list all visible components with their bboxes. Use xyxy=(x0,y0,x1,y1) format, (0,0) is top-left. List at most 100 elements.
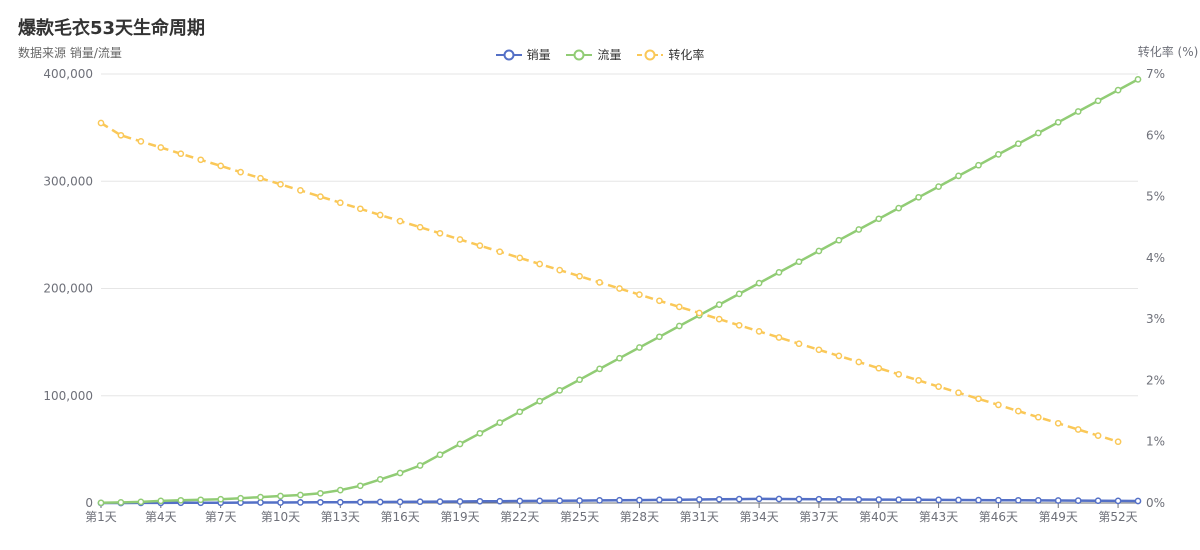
data-point-1 xyxy=(636,344,643,351)
data-point-1 xyxy=(217,495,225,503)
data-point-1 xyxy=(396,469,404,477)
data-point-2 xyxy=(755,328,763,335)
data-point-1 xyxy=(237,494,244,502)
data-point-0 xyxy=(277,499,284,506)
data-point-2 xyxy=(935,383,942,390)
data-point-1 xyxy=(436,451,444,459)
data-point-0 xyxy=(815,495,823,503)
data-point-0 xyxy=(1094,497,1102,505)
x-tick-label: 第1天 xyxy=(85,510,117,524)
x-tick-label: 第52天 xyxy=(1098,510,1137,524)
data-point-2 xyxy=(237,168,244,176)
y-left-tick-label: 400,000 xyxy=(43,67,93,81)
data-point-1 xyxy=(596,365,603,373)
data-point-2 xyxy=(915,377,922,384)
data-point-0 xyxy=(855,496,863,503)
data-point-2 xyxy=(1114,438,1122,446)
data-point-2 xyxy=(476,242,484,249)
data-point-0 xyxy=(456,498,464,505)
data-point-0 xyxy=(416,498,424,506)
data-point-1 xyxy=(675,322,683,330)
data-point-2 xyxy=(815,346,823,354)
data-point-1 xyxy=(137,498,145,506)
data-point-0 xyxy=(317,498,324,506)
data-point-1 xyxy=(336,486,344,494)
data-point-2 xyxy=(735,321,743,329)
data-point-1 xyxy=(1114,86,1122,94)
y-left-tick-label: 0 xyxy=(85,496,93,510)
x-tick-label: 第19天 xyxy=(440,510,479,524)
data-point-2 xyxy=(336,199,344,207)
data-point-0 xyxy=(875,496,883,503)
data-point-1 xyxy=(875,215,883,223)
data-point-1 xyxy=(356,482,364,490)
data-point-2 xyxy=(955,389,962,397)
data-point-1 xyxy=(735,290,743,298)
data-point-0 xyxy=(536,497,544,505)
data-point-1 xyxy=(197,496,205,504)
x-tick-label: 第31天 xyxy=(680,510,719,524)
data-point-0 xyxy=(715,495,723,503)
data-point-1 xyxy=(157,497,165,505)
data-point-1 xyxy=(1034,129,1042,137)
data-point-0 xyxy=(336,498,344,506)
data-point-2 xyxy=(675,303,683,311)
data-point-1 xyxy=(656,333,663,341)
data-point-1 xyxy=(955,172,962,180)
data-point-0 xyxy=(616,496,623,504)
data-point-2 xyxy=(277,180,284,188)
data-point-2 xyxy=(396,217,404,225)
data-point-1 xyxy=(835,236,843,244)
data-point-0 xyxy=(556,497,564,505)
data-point-1 xyxy=(616,354,623,362)
data-point-1 xyxy=(177,496,185,504)
data-point-0 xyxy=(795,495,803,503)
x-tick-label: 第37天 xyxy=(799,510,838,524)
x-tick-label: 第46天 xyxy=(979,510,1018,524)
data-point-2 xyxy=(835,352,843,360)
data-point-1 xyxy=(995,151,1002,158)
data-point-1 xyxy=(815,247,823,255)
data-point-1 xyxy=(855,226,863,233)
data-point-2 xyxy=(157,144,165,151)
x-tick-label: 第13天 xyxy=(321,510,360,524)
line-chart: 0 100,000 200,000 300,000 400,000 0% 1% 2% 3% 4% 5… xyxy=(43,44,1198,524)
y-right-tick-label: 3% xyxy=(1146,312,1165,326)
data-point-2 xyxy=(416,223,424,231)
data-point-2 xyxy=(117,131,125,139)
x-tick-label: 第10天 xyxy=(261,510,300,524)
data-point-0 xyxy=(356,498,364,506)
data-point-0 xyxy=(257,499,264,506)
data-point-2 xyxy=(137,138,145,145)
data-point-2 xyxy=(895,370,903,378)
x-tick-label: 第49天 xyxy=(1039,510,1078,524)
data-point-0 xyxy=(1054,497,1062,504)
x-tick-label: 第40天 xyxy=(859,510,898,524)
data-point-2 xyxy=(695,309,703,317)
y-right-tick-label: 5% xyxy=(1146,190,1165,204)
data-point-0 xyxy=(636,496,643,504)
data-point-1 xyxy=(297,491,304,499)
data-point-1 xyxy=(257,493,264,501)
y-right-tick-label: 7% xyxy=(1146,67,1165,81)
data-point-2 xyxy=(995,401,1002,409)
x-tick-label: 第34天 xyxy=(739,510,778,524)
data-point-1 xyxy=(277,492,284,500)
data-point-0 xyxy=(755,495,763,503)
data-point-1 xyxy=(1054,118,1062,126)
data-point-2 xyxy=(217,162,225,170)
data-point-0 xyxy=(576,497,583,504)
data-point-1 xyxy=(715,301,723,308)
y-right-tick-label: 2% xyxy=(1146,373,1165,387)
data-point-2 xyxy=(1074,426,1082,433)
data-point-0 xyxy=(735,495,743,503)
data-point-2 xyxy=(616,285,623,292)
data-point-0 xyxy=(376,498,384,506)
data-point-2 xyxy=(975,395,982,403)
data-point-2 xyxy=(496,248,504,256)
data-point-1 xyxy=(755,279,763,287)
data-point-1 xyxy=(1014,140,1022,148)
y-left-tick-label: 200,000 xyxy=(43,282,93,296)
data-point-2 xyxy=(556,266,564,274)
data-point-2 xyxy=(636,291,643,298)
